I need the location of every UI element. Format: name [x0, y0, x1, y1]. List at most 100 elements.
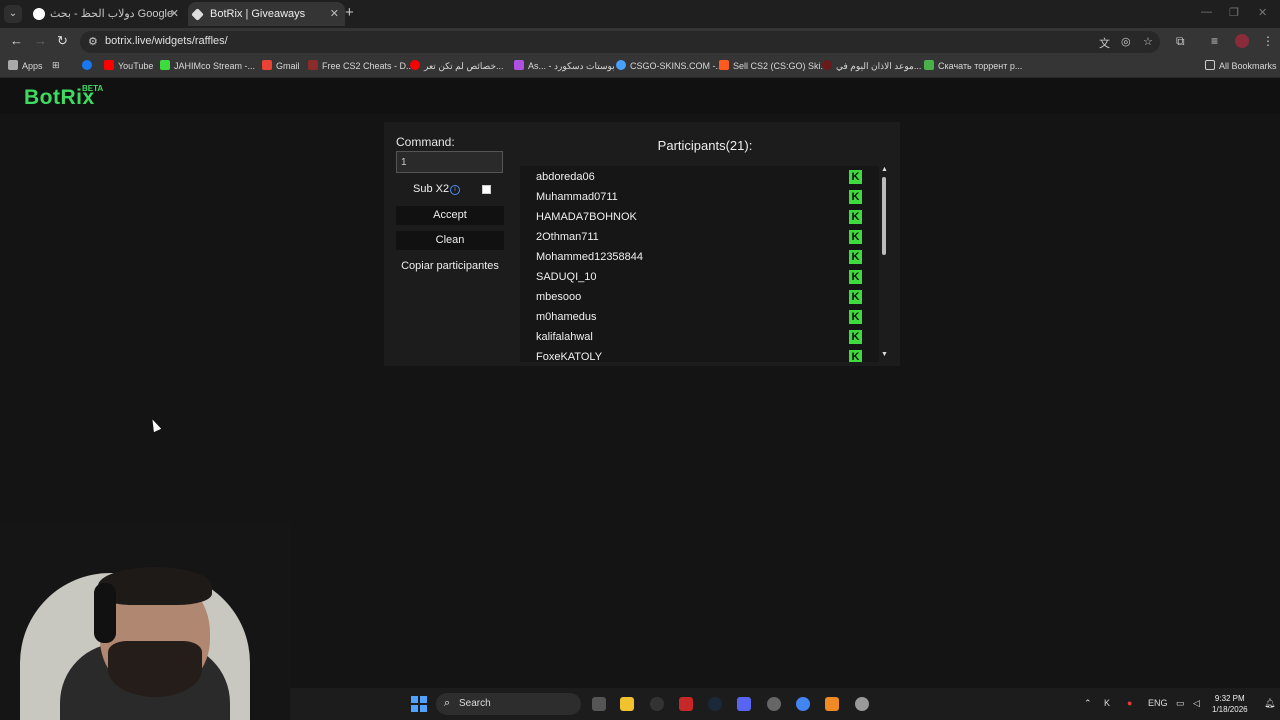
bookmark-cs2-cheats[interactable]: Free CS2 Cheats - D... — [308, 60, 414, 71]
participant-row[interactable]: SADUQI_10 K — [520, 267, 879, 287]
taskbar-search[interactable]: ⌕ Search — [436, 693, 581, 715]
beta-badge: BETA — [82, 84, 104, 93]
accept-button[interactable]: Accept — [396, 206, 504, 225]
close-icon[interactable]: ✕ — [330, 2, 339, 26]
participant-row[interactable]: kalifalahwal K — [520, 327, 879, 347]
bookmark-star-icon[interactable]: ☆ — [1143, 35, 1153, 48]
discord-icon[interactable] — [737, 697, 751, 711]
bookmark-jahimco[interactable]: JAHIMco Stream -... — [160, 60, 255, 71]
bookmark-youtube-arabic[interactable]: خصائص لم تكن تعر... — [410, 60, 504, 72]
participants-list[interactable]: abdoreda06 K Muhammad0711 K HAMADA7BOHNOK K 2O… — [520, 166, 879, 362]
bookmark-gmail[interactable]: Gmail — [262, 60, 300, 71]
clean-button[interactable]: Clean — [396, 231, 504, 250]
logitech-icon[interactable] — [650, 697, 664, 711]
close-icon[interactable]: ✕ — [170, 2, 179, 26]
bookmark-csgo-skins[interactable]: CSGO-SKINS.COM -... — [616, 60, 723, 71]
task-view-icon[interactable] — [592, 697, 606, 711]
bookmark-youtube[interactable]: YouTube — [104, 60, 153, 71]
profile-avatar[interactable] — [1235, 34, 1249, 48]
participant-row[interactable]: m0hamedus K — [520, 307, 879, 327]
facebook-icon — [82, 60, 92, 70]
microphone-icon[interactable]: ● — [1127, 698, 1132, 708]
bookmark-apps[interactable]: Apps — [8, 60, 43, 71]
tab-title: دولاب الحظ - بحث Google — [50, 8, 174, 20]
tab-search-icon[interactable]: ⌄ — [4, 5, 22, 23]
file-explorer-icon[interactable] — [620, 697, 634, 711]
maximize-icon[interactable]: ❐ — [1229, 6, 1239, 19]
participant-row[interactable]: abdoreda06 K — [520, 167, 879, 187]
url-text[interactable]: botrix.live/widgets/raffles/ — [105, 35, 228, 47]
streamer-beard — [108, 641, 202, 697]
bookmark-prayer-times[interactable]: موعد الاذان اليوم في... — [822, 60, 921, 72]
windows-start-icon[interactable] — [411, 696, 427, 712]
participant-row[interactable]: mbesooo K — [520, 287, 879, 307]
tab-google-search[interactable]: دولاب الحظ - بحث Google ✕ — [28, 2, 185, 26]
participant-name: 2Othman711 — [536, 231, 599, 243]
vlc-icon[interactable] — [825, 697, 839, 711]
participant-name: mbesooo — [536, 291, 582, 303]
media-control-icon[interactable]: ≡ — [1211, 34, 1218, 48]
notifications-icon[interactable]: 🔔︎ — [1264, 698, 1275, 709]
new-tab-button[interactable]: + — [345, 4, 354, 21]
volume-icon[interactable]: ◁ — [1193, 698, 1200, 709]
bookmark-discord-posts[interactable]: As... - بوستات دسكورد — [514, 60, 615, 72]
menu-kebab-icon[interactable]: ⋮ — [1262, 34, 1274, 48]
sub-x2-checkbox[interactable] — [482, 185, 491, 194]
valorant-icon[interactable] — [679, 697, 693, 711]
scroll-thumb[interactable] — [882, 177, 886, 255]
grid-icon[interactable]: ⊞ — [52, 60, 60, 71]
language-indicator[interactable]: ENG — [1148, 698, 1168, 708]
participant-row[interactable]: 2Othman711 K — [520, 227, 879, 247]
taskbar-clock[interactable]: 9:32 PM 1/18/2026 — [1212, 693, 1248, 715]
window-close-icon[interactable]: ✕ — [1258, 6, 1267, 19]
scroll-up-arrow[interactable]: ▲ — [881, 166, 888, 173]
sub-x2-label: Sub X2 — [413, 183, 450, 195]
kick-icon: K — [849, 250, 862, 264]
eye-off-icon[interactable]: ◎ — [1121, 35, 1131, 48]
command-input[interactable] — [396, 151, 503, 173]
participant-name: Mohammed12358844 — [536, 251, 644, 263]
all-bookmarks-button[interactable]: All Bookmarks — [1205, 60, 1277, 71]
extensions-icon[interactable]: ⧉ — [1176, 34, 1185, 49]
browser-toolbar: ← → ↻ ⚙ botrix.live/widgets/raffles/ 文 ◎… — [0, 28, 1280, 56]
kick-icon: K — [849, 170, 862, 184]
participant-row[interactable]: HAMADA7BOHNOK K — [520, 207, 879, 227]
address-bar[interactable]: ⚙ botrix.live/widgets/raffles/ 文 ◎ ☆ — [80, 31, 1160, 53]
youtube-icon — [410, 60, 420, 70]
steam-icon[interactable] — [708, 697, 722, 711]
youtube-icon — [104, 60, 114, 70]
kick-icon: K — [849, 290, 862, 304]
site-header: BotRix — [0, 78, 1280, 114]
info-icon[interactable]: i — [450, 185, 460, 195]
participant-row[interactable]: FoxeKATOLY K — [520, 347, 879, 362]
settings-icon[interactable] — [855, 697, 869, 711]
tray-overflow-icon[interactable]: ⌃ — [1084, 698, 1092, 709]
gmail-icon — [262, 60, 272, 70]
csgo-skins-icon — [616, 60, 626, 70]
app-icon[interactable] — [767, 697, 781, 711]
gem-icon — [514, 60, 524, 70]
kick-icon: K — [849, 350, 862, 362]
translate-icon[interactable]: 文 — [1099, 35, 1110, 51]
participant-name: Muhammad0711 — [536, 191, 618, 203]
participant-row[interactable]: Muhammad0711 K — [520, 187, 879, 207]
bookmark-torrent[interactable]: Скачать торрент р... — [924, 60, 1022, 71]
network-icon[interactable]: ▭ — [1176, 698, 1185, 709]
bookmark-sell-cs2[interactable]: Sell CS2 (CS:GO) Ski... — [719, 60, 828, 71]
kick-icon — [160, 60, 170, 70]
chrome-icon[interactable] — [796, 697, 810, 711]
bookmark-facebook[interactable] — [82, 60, 96, 71]
reload-icon[interactable]: ↻ — [57, 33, 68, 49]
clock-date: 1/18/2026 — [1212, 705, 1248, 714]
tab-botrix-giveaways[interactable]: BotRix | Giveaways ✕ — [188, 2, 345, 26]
back-icon[interactable]: ← — [10, 33, 23, 48]
prayer-icon — [822, 60, 832, 70]
copy-participants-button[interactable]: Copiar participantes — [396, 257, 504, 276]
torrent-icon — [924, 60, 934, 70]
forward-icon[interactable]: → — [34, 33, 47, 48]
kick-tray-icon[interactable]: K — [1104, 698, 1110, 708]
participant-row[interactable]: Mohammed12358844 K — [520, 247, 879, 267]
site-info-icon[interactable]: ⚙ — [88, 35, 98, 48]
scroll-down-arrow[interactable]: ▼ — [881, 351, 888, 358]
minimize-icon[interactable]: — — [1201, 6, 1212, 18]
